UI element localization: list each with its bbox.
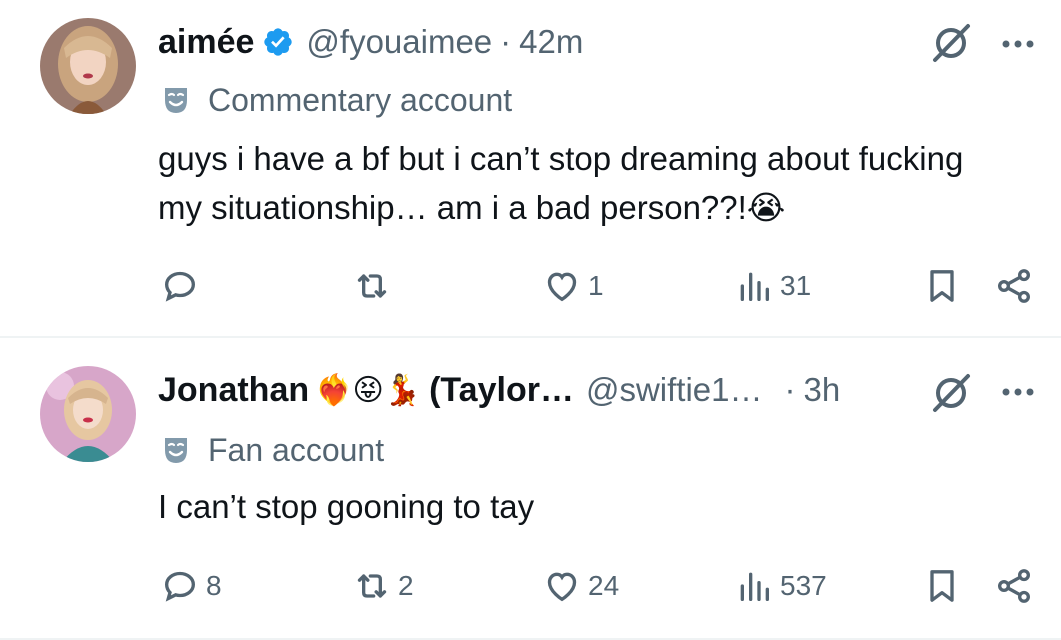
account-label-text[interactable]: Commentary account bbox=[208, 82, 512, 119]
grok-slash-icon[interactable] bbox=[928, 20, 974, 66]
verified-badge-icon bbox=[262, 26, 294, 58]
tweet[interactable]: aimée @fyouaimee · 42m Commentary accoun… bbox=[0, 0, 1061, 338]
reply-button[interactable]: 8 bbox=[160, 564, 222, 608]
comedy-mask-icon bbox=[160, 434, 192, 466]
repost-button[interactable] bbox=[352, 264, 398, 308]
timestamp[interactable]: 3h bbox=[804, 371, 841, 409]
tweet-text: guys i have a bf but i can’t stop dreami… bbox=[158, 140, 964, 226]
like-count: 1 bbox=[588, 270, 604, 301]
display-name[interactable]: Jonathan bbox=[158, 371, 309, 410]
heart-icon bbox=[547, 572, 577, 602]
views-bars-icon bbox=[740, 272, 769, 301]
bookmark-button[interactable] bbox=[922, 264, 962, 308]
more-dots-icon[interactable] bbox=[998, 24, 1038, 64]
separator-dot: · bbox=[784, 371, 796, 408]
account-label: Fan account bbox=[160, 430, 384, 470]
like-count: 24 bbox=[588, 570, 620, 601]
user-handle[interactable]: @fyouaimee bbox=[306, 23, 492, 61]
comedy-mask-icon bbox=[160, 84, 192, 116]
repost-arrows-icon bbox=[357, 574, 387, 598]
like-button[interactable]: 24 bbox=[542, 564, 619, 608]
repost-button[interactable]: 2 bbox=[352, 564, 414, 608]
like-button[interactable]: 1 bbox=[542, 264, 604, 308]
share-icon bbox=[998, 269, 1030, 303]
repost-arrows-icon bbox=[357, 274, 387, 298]
heart-icon bbox=[547, 272, 577, 302]
share-icon bbox=[998, 569, 1030, 603]
views-bars-icon bbox=[740, 572, 769, 601]
views-button[interactable]: 31 bbox=[734, 264, 811, 308]
account-label: Commentary account bbox=[160, 80, 512, 120]
views-count: 537 bbox=[780, 570, 827, 601]
views-button[interactable]: 537 bbox=[734, 564, 827, 608]
reply-button[interactable] bbox=[160, 264, 206, 308]
tweet[interactable]: Jonathan ❤️‍🔥😝💃 (Taylor… @swiftie1… · 3h bbox=[0, 338, 1061, 640]
reply-bubble-icon bbox=[164, 271, 196, 302]
share-button[interactable] bbox=[994, 564, 1034, 608]
tweet-header: Jonathan ❤️‍🔥😝💃 (Taylor… @swiftie1… · 3h bbox=[158, 366, 1061, 414]
more-dots-icon[interactable] bbox=[998, 372, 1038, 412]
bookmark-icon bbox=[930, 570, 954, 602]
timestamp[interactable]: 42m bbox=[519, 23, 583, 61]
tweet-feed: aimée @fyouaimee · 42m Commentary accoun… bbox=[0, 0, 1061, 640]
user-handle[interactable]: @swiftie1… bbox=[586, 371, 763, 409]
avatar[interactable] bbox=[40, 366, 136, 462]
name-emojis: ❤️‍🔥😝💃 bbox=[315, 373, 422, 407]
bookmark-icon bbox=[930, 270, 954, 302]
tweet-header: aimée @fyouaimee · 42m bbox=[158, 18, 1061, 66]
grok-slash-icon[interactable] bbox=[928, 370, 974, 416]
tweet-actions: 1 31 bbox=[0, 264, 1061, 308]
display-name[interactable]: aimée bbox=[158, 23, 254, 62]
reply-count: 8 bbox=[206, 570, 222, 601]
views-count: 31 bbox=[780, 270, 812, 301]
repost-count: 2 bbox=[398, 570, 414, 601]
share-button[interactable] bbox=[994, 264, 1034, 308]
separator-dot: · bbox=[500, 23, 512, 60]
account-label-text[interactable]: Fan account bbox=[208, 432, 384, 469]
tweet-text: I can’t stop gooning to tay bbox=[158, 488, 535, 525]
display-name-suffix[interactable]: (Taylor… bbox=[429, 371, 574, 410]
tweet-actions: 8 2 24 537 bbox=[0, 564, 1061, 608]
reply-bubble-icon bbox=[164, 571, 196, 602]
avatar[interactable] bbox=[40, 18, 136, 114]
bookmark-button[interactable] bbox=[922, 564, 962, 608]
